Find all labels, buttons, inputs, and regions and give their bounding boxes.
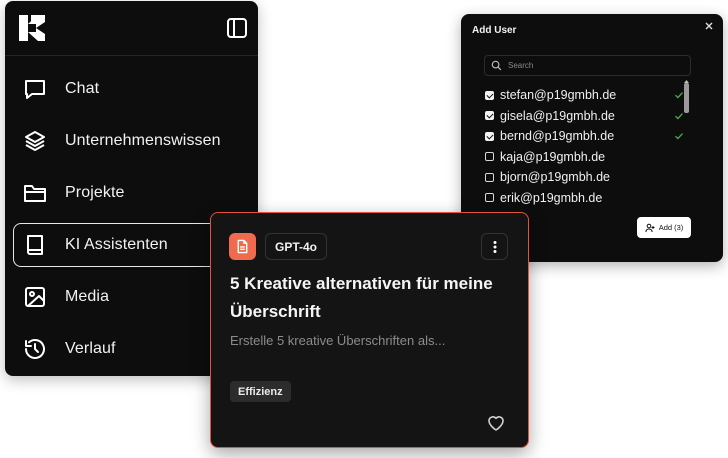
search-input[interactable] [508, 61, 678, 70]
add-button-label: Add (3) [658, 223, 684, 232]
history-icon [25, 339, 45, 359]
user-email: bjorn@p19gmbh.de [500, 170, 610, 184]
sidebar-item-projekte[interactable]: Projekte [13, 171, 254, 215]
add-user-icon [644, 223, 655, 232]
more-options-button[interactable] [481, 233, 508, 260]
sidebar-item-label: Projekte [65, 184, 125, 201]
k-logo-icon[interactable] [19, 15, 45, 41]
assistant-card[interactable]: GPT-4o 5 Kreative alternativen für meine… [210, 212, 529, 448]
book-icon [27, 235, 43, 255]
image-icon [25, 287, 45, 307]
user-row[interactable]: stefan@p19gmbh.de [484, 85, 684, 105]
document-badge [229, 233, 256, 260]
card-title: 5 Kreative alternativen für meine Übersc… [230, 274, 493, 321]
user-row[interactable]: kaja@p19gmbh.de [484, 147, 684, 167]
close-icon[interactable] [703, 20, 715, 32]
folder-icon [24, 185, 46, 202]
sidebar-item-label: Verlauf [65, 340, 116, 357]
user-email: bernd@p19gmbh.de [500, 129, 615, 143]
heart-icon[interactable] [486, 413, 506, 433]
user-email: gisela@p19gmbh.de [500, 108, 615, 123]
category-tag: Effizienz [230, 381, 291, 402]
sidebar-item-label: Chat [65, 80, 100, 97]
user-row[interactable]: gisela@p19gmbh.de [484, 106, 684, 126]
user-list: stefan@p19gmbh.de gisela@p19gmbh.de bern… [484, 85, 694, 210]
user-row[interactable]: bernd@p19gmbh.de [484, 126, 684, 146]
sidebar-item-label: Unternehmenswissen [65, 132, 221, 149]
sidebar-header [5, 1, 258, 56]
user-email: kaja@p19gmbh.de [500, 149, 606, 164]
model-badge: GPT-4o [265, 233, 328, 260]
sidebar-item-label: KI Assistenten [65, 236, 168, 253]
user-list-scrollbar[interactable] [683, 80, 690, 220]
search-icon [491, 60, 502, 71]
checkbox[interactable] [485, 131, 494, 141]
checkbox[interactable] [485, 172, 494, 182]
chat-bubble-icon [25, 80, 45, 99]
sidebar-item-chat[interactable]: Chat [13, 67, 254, 111]
panel-toggle-icon[interactable] [226, 17, 248, 39]
card-description: Erstelle 5 kreative Überschriften als... [230, 333, 446, 348]
checkbox[interactable] [485, 152, 494, 161]
layers-icon [25, 131, 45, 151]
sidebar-item-label: Media [65, 288, 110, 305]
search-field [484, 55, 691, 76]
checkbox[interactable] [485, 90, 494, 100]
checkbox[interactable] [485, 111, 494, 120]
scroll-thumb[interactable] [684, 83, 689, 113]
more-vertical-icon [493, 240, 496, 253]
document-icon [237, 239, 248, 254]
sidebar-item-unternehmenswissen[interactable]: Unternehmenswissen [13, 119, 254, 163]
checkbox[interactable] [485, 193, 494, 202]
dialog-title: Add User [472, 25, 517, 36]
user-email: stefan@p19gmbh.de [500, 88, 617, 102]
user-row[interactable]: erik@p19gmbh.de [484, 188, 684, 208]
user-row[interactable]: bjorn@p19gmbh.de [484, 167, 684, 187]
user-email: erik@p19gmbh.de [500, 190, 603, 205]
add-users-button[interactable]: Add (3) [637, 217, 691, 238]
